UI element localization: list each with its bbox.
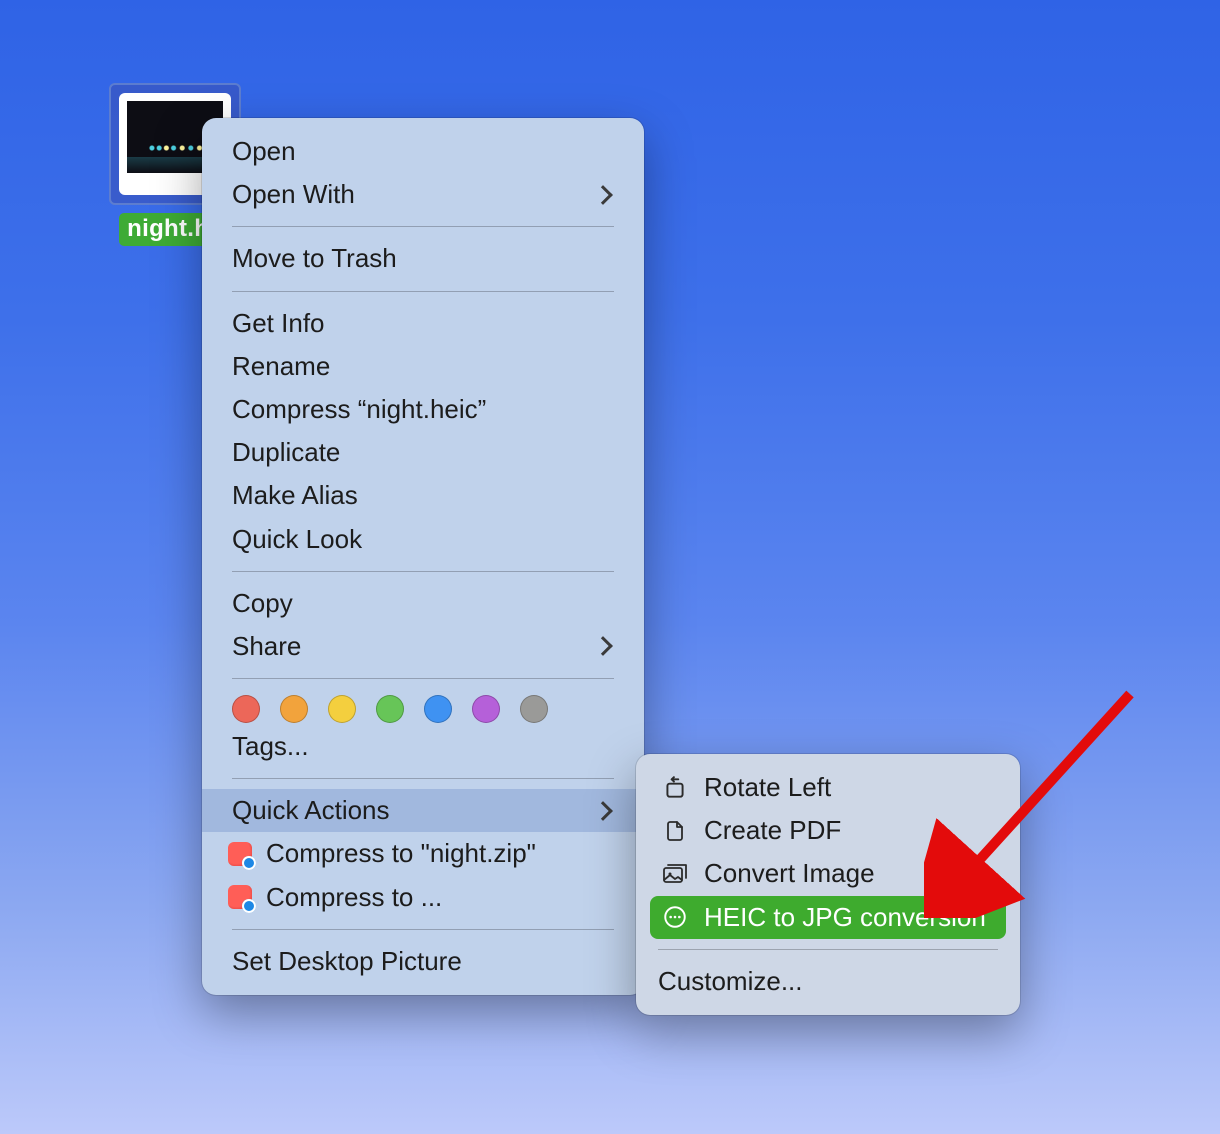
context-menu: Open Open With Move to Trash Get Info Re… (202, 118, 644, 995)
menu-item-label: Share (232, 631, 301, 662)
submenu-customize[interactable]: Customize... (636, 960, 1020, 1003)
menu-tag-colors (202, 689, 644, 725)
menu-get-info[interactable]: Get Info (202, 302, 644, 345)
submenu-rotate-left[interactable]: Rotate Left (636, 766, 1020, 809)
menu-item-label: Duplicate (232, 437, 340, 468)
menu-item-label: Copy (232, 588, 293, 619)
tag-color-blue[interactable] (424, 695, 452, 723)
menu-item-label: Quick Actions (232, 795, 390, 826)
menu-separator (232, 571, 614, 572)
menu-move-to-trash[interactable]: Move to Trash (202, 237, 644, 280)
submenu-create-pdf[interactable]: Create PDF (636, 809, 1020, 852)
menu-make-alias[interactable]: Make Alias (202, 474, 644, 517)
menu-separator (232, 226, 614, 227)
menu-quick-look[interactable]: Quick Look (202, 518, 644, 561)
menu-set-desktop-picture[interactable]: Set Desktop Picture (202, 940, 644, 983)
image-stack-icon (658, 860, 692, 888)
menu-open[interactable]: Open (202, 130, 644, 173)
menu-separator (232, 291, 614, 292)
document-icon (658, 817, 692, 845)
menu-quick-actions[interactable]: Quick Actions (202, 789, 644, 832)
menu-item-label: Customize... (658, 966, 803, 997)
menu-item-label: Compress to ... (266, 882, 442, 913)
ellipsis-circle-icon (658, 903, 692, 931)
menu-separator (658, 949, 998, 950)
compress-app-icon (224, 884, 256, 910)
menu-item-label: Open With (232, 179, 355, 210)
menu-item-label: Create PDF (704, 815, 841, 846)
menu-share[interactable]: Share (202, 625, 644, 668)
menu-item-label: Set Desktop Picture (232, 946, 462, 977)
chevron-right-icon (593, 801, 613, 821)
menu-item-label: Get Info (232, 308, 325, 339)
submenu-heic-to-jpg[interactable]: HEIC to JPG conversion (650, 896, 1006, 939)
quick-actions-submenu: Rotate Left Create PDF Convert Image HEI… (636, 754, 1020, 1015)
menu-item-label: Tags... (232, 731, 309, 762)
menu-separator (232, 929, 614, 930)
menu-item-label: Make Alias (232, 480, 358, 511)
menu-item-label: Rename (232, 351, 330, 382)
menu-compress[interactable]: Compress “night.heic” (202, 388, 644, 431)
menu-item-label: Open (232, 136, 296, 167)
menu-rename[interactable]: Rename (202, 345, 644, 388)
chevron-right-icon (593, 637, 613, 657)
tag-color-red[interactable] (232, 695, 260, 723)
menu-item-label: Move to Trash (232, 243, 397, 274)
tag-color-orange[interactable] (280, 695, 308, 723)
menu-copy[interactable]: Copy (202, 582, 644, 625)
chevron-right-icon (593, 185, 613, 205)
menu-item-label: Compress “night.heic” (232, 394, 486, 425)
tag-color-green[interactable] (376, 695, 404, 723)
tag-color-purple[interactable] (472, 695, 500, 723)
compress-app-icon (224, 841, 256, 867)
submenu-convert-image[interactable]: Convert Image (636, 852, 1020, 895)
tag-color-yellow[interactable] (328, 695, 356, 723)
rotate-left-icon (658, 774, 692, 802)
menu-item-label: Rotate Left (704, 772, 831, 803)
menu-open-with[interactable]: Open With (202, 173, 644, 216)
menu-tags[interactable]: Tags... (202, 725, 644, 768)
menu-item-label: Compress to "night.zip" (266, 838, 536, 869)
menu-item-label: HEIC to JPG conversion (704, 902, 986, 933)
menu-item-label: Convert Image (704, 858, 875, 889)
menu-compress-to[interactable]: Compress to ... (202, 876, 644, 919)
menu-separator (232, 678, 614, 679)
tag-color-gray[interactable] (520, 695, 548, 723)
menu-compress-to-zip[interactable]: Compress to "night.zip" (202, 832, 644, 875)
menu-duplicate[interactable]: Duplicate (202, 431, 644, 474)
menu-item-label: Quick Look (232, 524, 362, 555)
menu-separator (232, 778, 614, 779)
